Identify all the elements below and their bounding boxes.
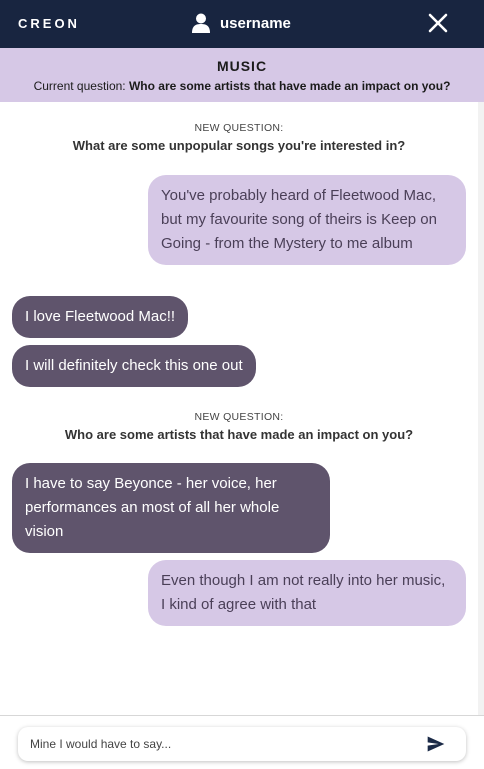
user-icon <box>192 13 210 33</box>
question-separator: NEW QUESTION: Who are some artists that … <box>0 411 478 442</box>
username-label: username <box>220 14 291 32</box>
separator-kicker: NEW QUESTION: <box>194 122 284 134</box>
current-question-label: Current question: <box>33 79 126 93</box>
composer-divider <box>0 715 484 716</box>
message-bubble-theirs: I will definitely check this one out <box>12 345 256 387</box>
current-question-text: Who are some artists that have made an i… <box>128 79 451 93</box>
question-separator: NEW QUESTION: What are some unpopular so… <box>0 122 478 153</box>
separator-kicker: NEW QUESTION: <box>194 411 284 423</box>
separator-question: What are some unpopular songs you're int… <box>72 138 406 153</box>
send-icon[interactable] <box>426 734 446 754</box>
current-question: Current question: Who are some artists t… <box>0 79 484 93</box>
topic-title: MUSIC <box>216 58 268 74</box>
message-bubble-theirs: I have to say Beyonce - her voice, her p… <box>12 463 330 553</box>
chat-scrollbar[interactable] <box>478 102 484 716</box>
message-bubble-mine: Even though I am not really into her mus… <box>148 560 466 626</box>
app-logo[interactable]: CREON <box>18 16 80 31</box>
message-input[interactable] <box>30 727 410 761</box>
topic-banner: MUSIC Current question: Who are some art… <box>0 48 484 102</box>
top-bar: CREON username <box>0 0 484 48</box>
message-composer <box>18 727 466 761</box>
message-bubble-theirs: I love Fleetwood Mac!! <box>12 296 189 338</box>
chat-log[interactable]: NEW QUESTION: What are some unpopular so… <box>0 102 478 714</box>
separator-question: Who are some artists that have made an i… <box>64 427 414 442</box>
user-menu[interactable]: username <box>192 13 291 33</box>
message-bubble-mine: You've probably heard of Fleetwood Mac, … <box>148 175 466 265</box>
close-icon[interactable] <box>426 11 450 35</box>
